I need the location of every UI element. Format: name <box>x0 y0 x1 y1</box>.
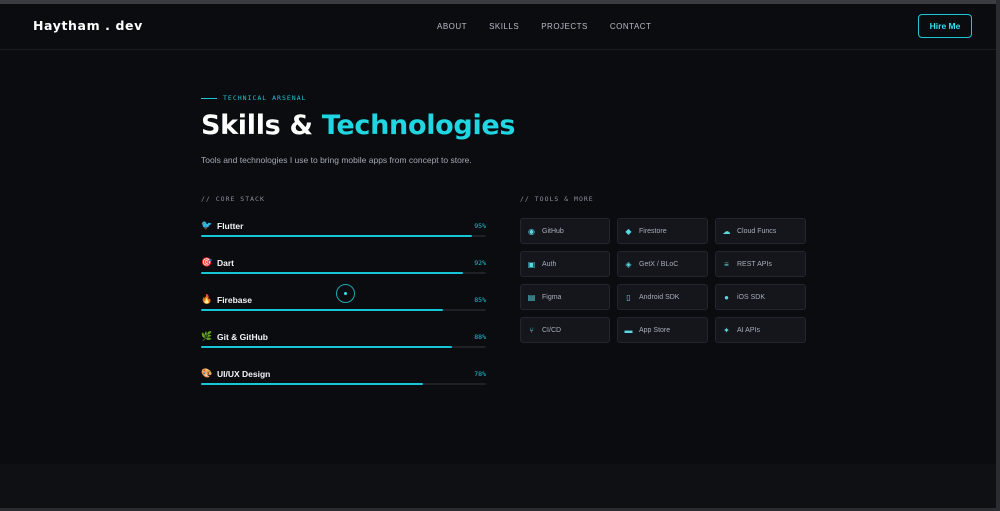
tool-label: AI APIs <box>737 326 760 334</box>
progress-fill <box>201 383 424 385</box>
tool-label: CI/CD <box>542 326 562 334</box>
tool-android-sdk[interactable]: ▯ Android SDK <box>617 284 708 310</box>
tool-label: Auth <box>542 260 557 268</box>
skill-name: UI/UX Design <box>217 369 271 379</box>
flame-icon: ◆ <box>625 226 632 236</box>
tool-label: GetX / BLoC <box>639 260 679 268</box>
tool-label: App Store <box>639 326 671 334</box>
nav-contact[interactable]: CONTACT <box>610 22 652 31</box>
layers-icon: ◈ <box>625 259 632 269</box>
progress-fill <box>201 272 464 274</box>
tool-auth[interactable]: ▣ Auth <box>520 251 610 277</box>
tools-grid: ◉ GitHub ◆ Firestore ☁ Cloud Funcs ▣ Auth ◈ G… <box>520 218 806 343</box>
skill-percent: 95% <box>474 222 486 230</box>
tool-label: Android SDK <box>639 293 680 301</box>
title-white: Skills & <box>201 110 322 141</box>
skill-percent: 88% <box>474 333 486 341</box>
tool-figma[interactable]: ▤ Figma <box>520 284 610 310</box>
skill-item: 🌿 Git & GitHub 88% <box>201 331 486 362</box>
eyebrow-text: TECHNICAL ARSENAL <box>223 94 307 102</box>
tool-label: GitHub <box>542 227 564 235</box>
next-section-strip <box>0 464 996 508</box>
database-icon: ≡ <box>724 259 729 269</box>
page-subtitle: Tools and technologies I use to bring mo… <box>201 155 472 165</box>
tool-firestore[interactable]: ◆ Firestore <box>617 218 708 244</box>
progress-track <box>201 309 486 311</box>
title-cyan: Technologies <box>321 110 516 141</box>
git-icon: 🌿 <box>201 331 213 341</box>
skill-percent: 78% <box>474 370 486 378</box>
skill-name: Flutter <box>217 221 244 231</box>
skill-percent: 85% <box>474 296 486 304</box>
scrollbar-track[interactable] <box>996 0 1000 511</box>
skill-name: Dart <box>217 258 235 268</box>
tool-github[interactable]: ◉ GitHub <box>520 218 610 244</box>
skill-item: 🐦 Flutter 95% <box>201 220 486 251</box>
phone-icon: ▯ <box>626 292 631 302</box>
progress-fill <box>201 309 444 311</box>
tool-ci-cd[interactable]: ⑂ CI/CD <box>520 317 610 343</box>
custom-cursor <box>336 284 355 303</box>
github-icon: ◉ <box>528 226 535 236</box>
palette-icon: 🎨 <box>201 368 213 378</box>
tool-rest-apis[interactable]: ≡ REST APIs <box>715 251 806 277</box>
hire-me-button[interactable]: Hire Me <box>918 14 972 38</box>
tool-label: REST APIs <box>737 260 772 268</box>
progress-track <box>201 383 486 385</box>
tool-label: Figma <box>542 293 562 301</box>
progress-fill <box>201 235 472 237</box>
lock-icon: ▣ <box>527 259 536 269</box>
core-stack-label: // CORE STACK <box>201 195 265 203</box>
eyebrow-dash <box>201 97 217 99</box>
progress-track <box>201 235 486 237</box>
progress-fill <box>201 346 452 348</box>
figma-icon: ▤ <box>527 292 536 302</box>
robot-icon: ✦ <box>723 325 730 335</box>
tool-label: iOS SDK <box>737 293 766 301</box>
dart-icon: 🎯 <box>201 257 213 267</box>
tool-ios-sdk[interactable]: ● iOS SDK <box>715 284 806 310</box>
tool-getx-bloc[interactable]: ◈ GetX / BLoC <box>617 251 708 277</box>
firebase-icon: 🔥 <box>201 294 213 304</box>
tool-app-store[interactable]: ▬ App Store <box>617 317 708 343</box>
tool-ai-apis[interactable]: ✦ AI APIs <box>715 317 806 343</box>
tool-label: Cloud Funcs <box>737 227 777 235</box>
section-eyebrow: TECHNICAL ARSENAL <box>201 94 307 102</box>
skill-item: 🎨 UI/UX Design 78% <box>201 368 486 399</box>
apple-icon: ● <box>724 292 729 302</box>
tool-label: Firestore <box>639 227 667 235</box>
site-header: Haytham . dev ABOUT SKILLS PROJECTS CONT… <box>0 4 996 50</box>
nav-skills[interactable]: SKILLS <box>489 22 519 31</box>
cloud-icon: ☁ <box>722 226 731 236</box>
skill-percent: 92% <box>474 259 486 267</box>
flutter-icon: 🐦 <box>201 220 213 230</box>
tool-cloud-funcs[interactable]: ☁ Cloud Funcs <box>715 218 806 244</box>
skill-name: Firebase <box>217 295 252 305</box>
progress-track <box>201 346 486 348</box>
main-nav: ABOUT SKILLS PROJECTS CONTACT <box>437 22 673 31</box>
store-icon: ▬ <box>624 325 633 335</box>
nav-projects[interactable]: PROJECTS <box>541 22 588 31</box>
branch-icon: ⑂ <box>529 325 534 335</box>
nav-about[interactable]: ABOUT <box>437 22 467 31</box>
tools-label: // TOOLS & MORE <box>520 195 594 203</box>
logo[interactable]: Haytham . dev <box>33 18 143 33</box>
skill-name: Git & GitHub <box>217 332 268 342</box>
page-title: Skills & Technologies <box>201 110 516 141</box>
progress-track <box>201 272 486 274</box>
